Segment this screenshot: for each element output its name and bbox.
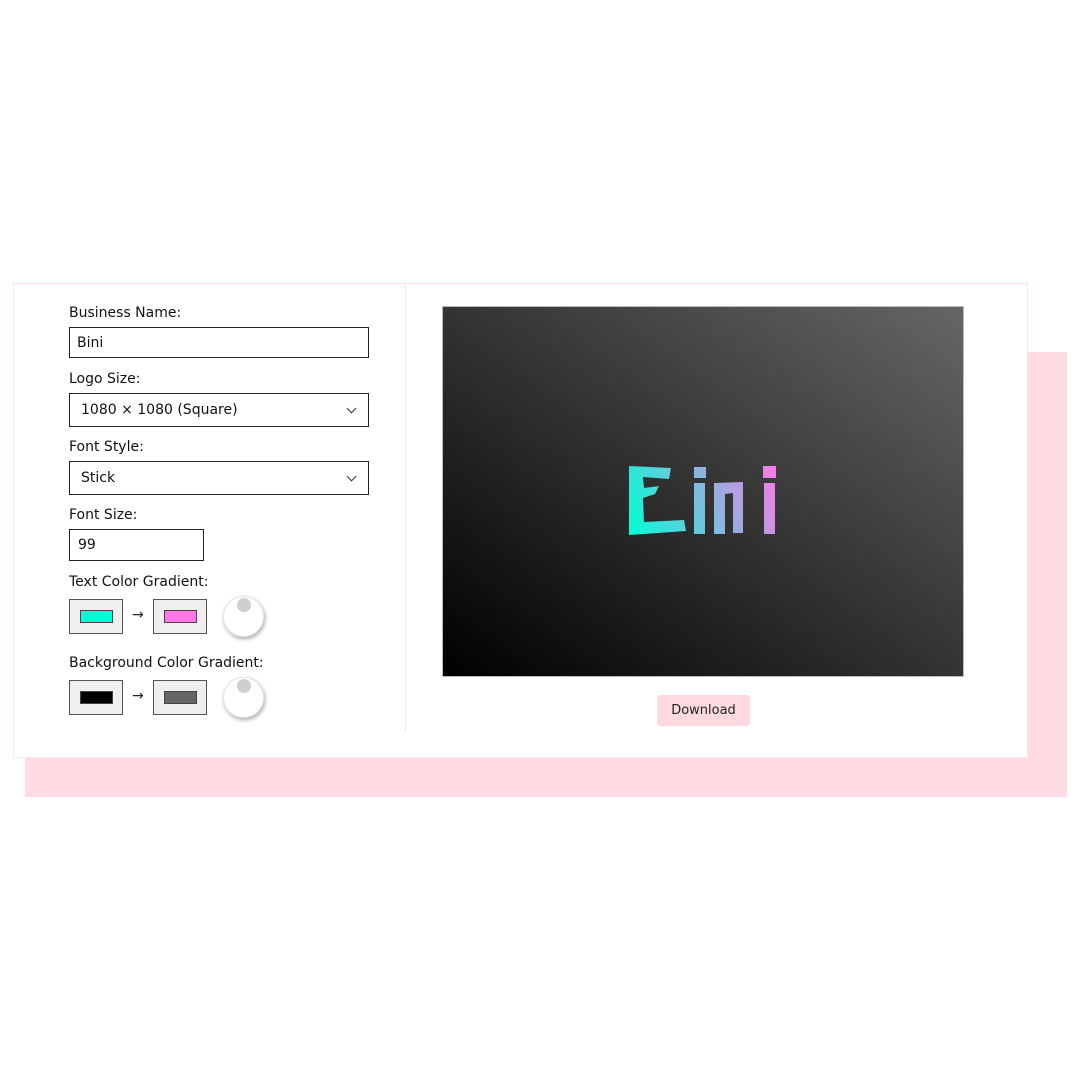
- chevron-down-icon: [346, 403, 357, 413]
- font-style-label: Font Style:: [69, 439, 144, 455]
- business-name-label: Business Name:: [69, 305, 182, 321]
- background-color-end-picker[interactable]: [153, 680, 207, 715]
- text-color-end-swatch: [163, 610, 197, 623]
- text-color-start-swatch: [79, 610, 113, 623]
- business-name-input[interactable]: [69, 327, 369, 358]
- logo-letter-i-stem: [694, 483, 705, 534]
- arrow-right-icon: →: [132, 607, 144, 623]
- logo-size-label: Logo Size:: [69, 371, 141, 387]
- column-divider: [405, 284, 406, 732]
- text-color-start-picker[interactable]: [69, 599, 123, 634]
- arrow-right-icon: →: [132, 688, 144, 704]
- logo-letter-i-dot: [694, 467, 706, 478]
- logo-letter-i2-stem: [764, 483, 775, 534]
- font-style-selected-value: Stick: [81, 470, 116, 486]
- font-size-input[interactable]: [69, 529, 204, 561]
- chevron-down-icon: [346, 471, 357, 481]
- knob-handle: [237, 679, 251, 693]
- logo-preview-svg: [443, 307, 963, 676]
- background-color-start-swatch: [79, 691, 113, 704]
- knob-handle: [237, 598, 251, 612]
- logo-preview-canvas: [442, 306, 964, 677]
- text-gradient-label: Text Color Gradient:: [69, 574, 209, 590]
- logo-size-select[interactable]: 1080 × 1080 (Square): [69, 393, 369, 427]
- background-color-start-picker[interactable]: [69, 680, 123, 715]
- background-gradient-angle-knob[interactable]: [223, 677, 264, 718]
- text-gradient-angle-knob[interactable]: [223, 596, 264, 637]
- font-size-label: Font Size:: [69, 507, 138, 523]
- logo-letter-i2-dot: [763, 466, 776, 478]
- logo-maker-card: Business Name: Logo Size: 1080 × 1080 (S…: [13, 283, 1028, 758]
- background-color-end-swatch: [163, 691, 197, 704]
- background-gradient-label: Background Color Gradient:: [69, 655, 264, 671]
- font-style-select[interactable]: Stick: [69, 461, 369, 495]
- text-color-end-picker[interactable]: [153, 599, 207, 634]
- logo-size-selected-value: 1080 × 1080 (Square): [81, 402, 238, 418]
- download-button[interactable]: Download: [657, 695, 750, 726]
